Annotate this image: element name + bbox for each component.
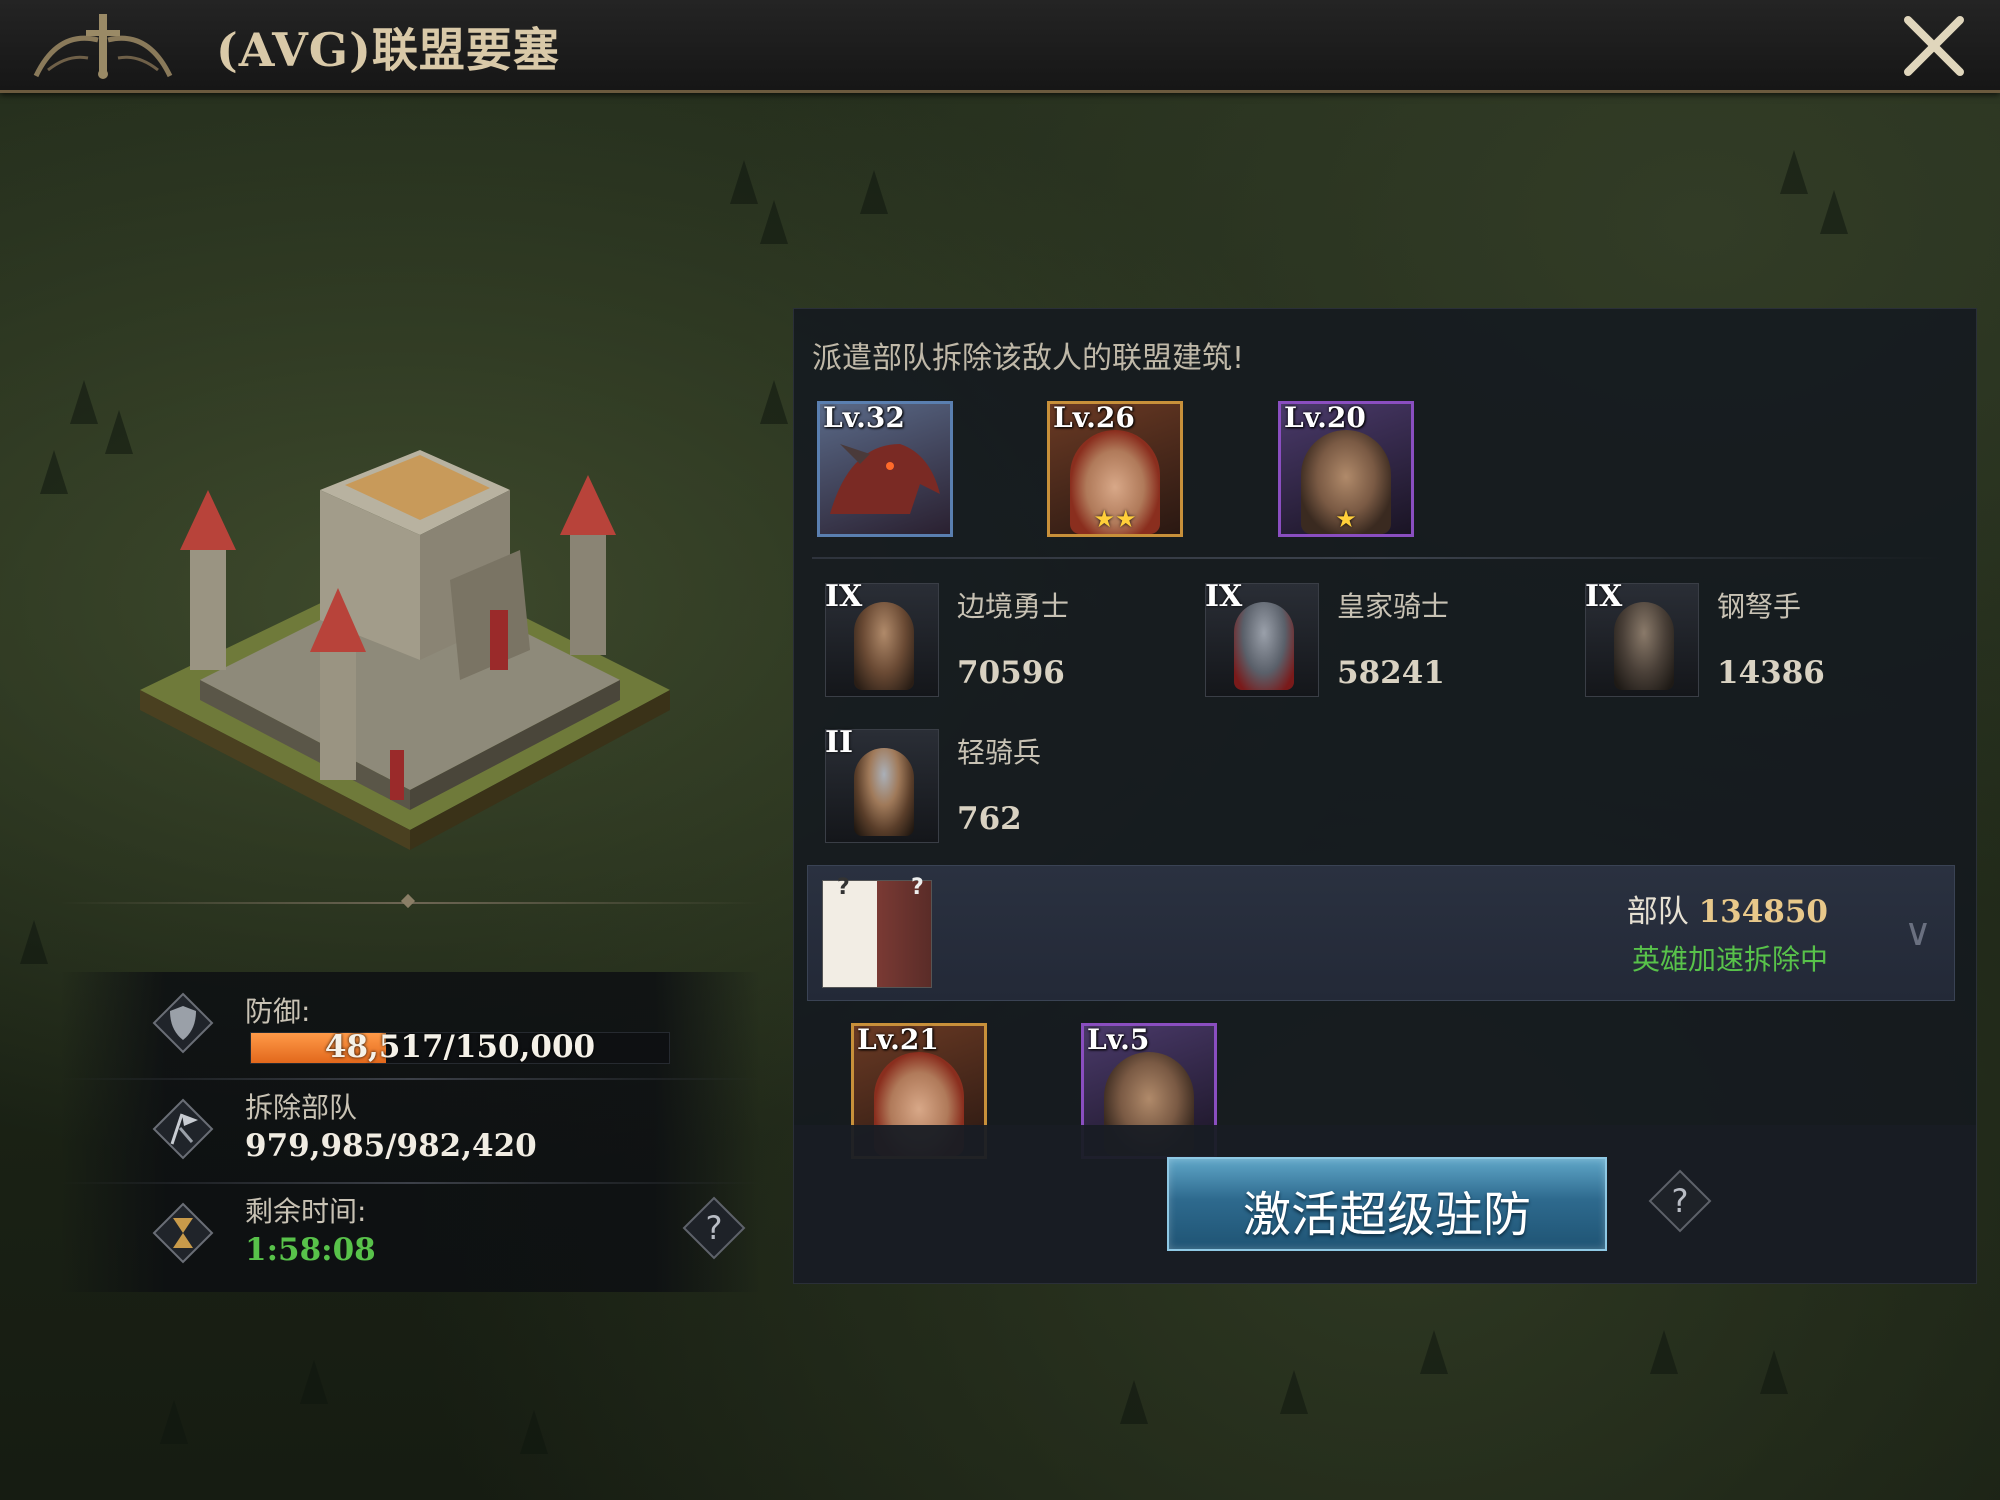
- defense-label: 防御:: [245, 995, 311, 1028]
- title-bar: (AVG)联盟要塞: [0, 0, 2000, 93]
- remaining-time-value: 1:58:08: [245, 1232, 376, 1268]
- hero-level: Lv.20: [1284, 401, 1366, 434]
- hero-slot[interactable]: Lv.32: [817, 401, 953, 537]
- troop-tier: IX: [825, 579, 863, 614]
- remaining-time-row: 剩余时间: 1:58:08: [60, 1182, 760, 1282]
- page-title: (AVG)联盟要塞: [216, 23, 560, 77]
- troop-entry: II 轻骑兵 762: [825, 725, 1185, 845]
- march-status: 英雄加速拆除中: [1631, 943, 1828, 976]
- help-icon[interactable]: ?: [682, 1196, 746, 1260]
- march-row[interactable]: ? ? 部队 134850 英雄加速拆除中 ∨: [807, 865, 1955, 1001]
- avatar-mark: ?: [837, 875, 850, 900]
- demolish-panel: 派遣部队拆除该敌人的联盟建筑! Lv.32 Lv.26 ★★ Lv.20 ★ I…: [793, 308, 1977, 1284]
- remaining-time-label: 剩余时间:: [245, 1195, 367, 1228]
- svg-text:?: ?: [1672, 1182, 1689, 1220]
- shield-icon: [152, 992, 214, 1054]
- troop-name: 边境勇士: [957, 590, 1070, 623]
- troop-tier: IX: [1585, 579, 1623, 614]
- hero-slot[interactable]: Lv.26 ★★: [1047, 401, 1183, 537]
- hero-level: Lv.21: [857, 1023, 939, 1056]
- troops-divider: [812, 557, 1942, 559]
- troop-name: 皇家骑士: [1337, 590, 1450, 623]
- march-troops-count: 134850: [1698, 894, 1828, 930]
- action-bar: 激活超级驻防 ?: [794, 1125, 1976, 1283]
- hero-level: Lv.26: [1053, 401, 1135, 434]
- activate-super-garrison-button[interactable]: 激活超级驻防: [1167, 1157, 1607, 1251]
- divider-ornament: [400, 893, 416, 909]
- defense-value: 48,517/150,000: [324, 1029, 596, 1065]
- fortress-illustration: [140, 450, 670, 850]
- march-troops-label: 部队: [1626, 894, 1689, 930]
- troop-entry: IX 边境勇士 70596: [825, 579, 1185, 699]
- demolish-label: 拆除部队: [245, 1091, 358, 1124]
- defense-progress-bar: 48,517/150,000: [250, 1029, 670, 1065]
- hero-stars: ★★: [1093, 505, 1137, 533]
- avatar-mark: ?: [911, 875, 924, 900]
- hero-level: Lv.32: [823, 401, 905, 434]
- demolish-value: 979,985/982,420: [245, 1128, 537, 1164]
- activate-button-label: 激活超级驻防: [1242, 1187, 1531, 1243]
- crossed-swords-emblem-icon: [33, 14, 173, 79]
- troop-name: 钢弩手: [1717, 590, 1802, 623]
- troop-entry: IX 皇家骑士 58241: [1205, 579, 1565, 699]
- troop-tier: IX: [1205, 579, 1243, 614]
- close-icon[interactable]: [1900, 12, 1968, 80]
- help-icon[interactable]: ?: [1648, 1169, 1712, 1233]
- troop-count: 14386: [1717, 655, 1825, 691]
- fortress-stats: 防御: 48,517/150,000 拆除部队 979,985/982,420 …: [60, 972, 760, 1292]
- hero-stars: ★: [1335, 505, 1357, 533]
- hourglass-icon: [152, 1202, 214, 1264]
- chevron-down-icon[interactable]: ∨: [1904, 910, 1932, 954]
- troop-count: 58241: [1337, 655, 1445, 691]
- demolish-row: 拆除部队 979,985/982,420: [60, 1078, 760, 1178]
- troop-tier: II: [825, 725, 854, 760]
- troop-entry: IX 钢弩手 14386: [1585, 579, 1945, 699]
- instruction-text: 派遣部队拆除该敌人的联盟建筑!: [812, 341, 1245, 376]
- troop-count: 762: [957, 801, 1022, 837]
- hero-level: Lv.5: [1087, 1023, 1150, 1056]
- troop-name: 轻骑兵: [957, 736, 1042, 769]
- march-troops: 部队 134850: [1508, 886, 1828, 931]
- svg-text:?: ?: [706, 1209, 723, 1247]
- hero-slot[interactable]: Lv.20 ★: [1278, 401, 1414, 537]
- avatar: ? ?: [822, 875, 932, 988]
- flag-demolish-icon: [152, 1098, 214, 1160]
- defense-row: 防御: 48,517/150,000: [60, 972, 760, 1072]
- troop-count: 70596: [957, 655, 1065, 691]
